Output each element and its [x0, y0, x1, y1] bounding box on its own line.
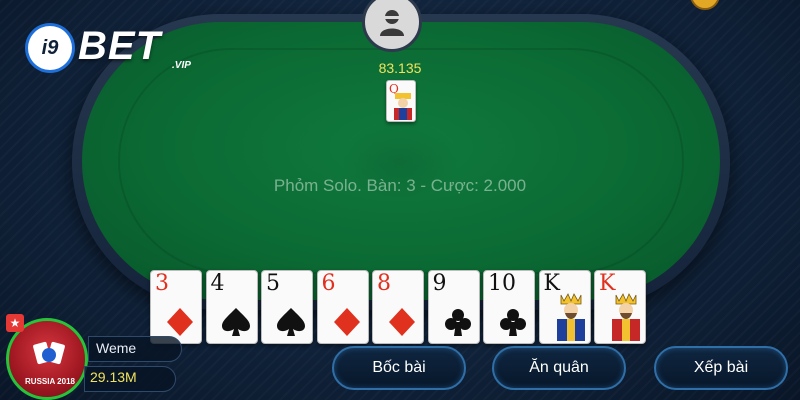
hand-card[interactable]: 6 — [316, 270, 369, 344]
card-rank: 4 — [210, 271, 225, 296]
hand-card[interactable]: K — [538, 270, 591, 344]
card-rank: 3 — [155, 271, 169, 296]
hand-card[interactable]: 5 — [261, 270, 313, 344]
card-rank: 6 — [321, 271, 336, 296]
king-face-icon — [612, 293, 640, 341]
hand-card[interactable]: 8 — [372, 270, 424, 344]
opponent-discard-card[interactable]: Q — [386, 80, 416, 122]
avatar-caption: RUSSIA 2018 — [25, 377, 75, 386]
card-rank: 8 — [377, 271, 391, 296]
opponent-money: 83.135 — [378, 60, 422, 76]
hand-card[interactable]: 3 — [150, 270, 202, 344]
table-info-text: Phỏm Solo. Bàn: 3 - Cược: 2.000 — [273, 176, 527, 195]
card-rank: 10 — [488, 271, 516, 296]
hand-card[interactable]: 9 — [427, 270, 480, 344]
player-money: 29.13M — [90, 369, 137, 385]
spade-suit-icon — [221, 308, 250, 336]
logo-sub: .VIP — [172, 60, 191, 71]
brand-logo: i9 BET .VIP — [22, 20, 212, 76]
logo-text: BET — [78, 24, 161, 68]
spade-suit-icon — [277, 308, 305, 336]
coin-icon[interactable] — [690, 0, 720, 10]
arrange-cards-button[interactable]: Xếp bài — [654, 346, 788, 390]
club-suit-icon — [444, 309, 471, 336]
draw-card-button[interactable]: Bốc bài — [332, 346, 466, 390]
diamond-suit-icon — [333, 308, 360, 336]
world-cup-cards-icon — [33, 341, 65, 365]
queen-face-icon — [394, 93, 412, 120]
club-suit-icon — [500, 309, 526, 336]
hand-card[interactable]: K — [594, 270, 646, 344]
hand-card[interactable]: 10 — [483, 270, 535, 344]
hand-card[interactable]: 4 — [205, 270, 258, 344]
king-face-icon — [556, 293, 585, 341]
player-name: Weme — [96, 340, 137, 356]
user-silhouette-icon — [380, 10, 404, 36]
diamond-suit-icon — [389, 308, 415, 336]
card-rank: 5 — [266, 271, 280, 296]
logo-badge: i9 — [28, 26, 72, 70]
diamond-suit-icon — [167, 308, 193, 336]
card-rank: 9 — [432, 271, 447, 296]
take-card-button[interactable]: Ăn quân — [492, 346, 626, 390]
star-icon: ★ — [6, 314, 24, 332]
